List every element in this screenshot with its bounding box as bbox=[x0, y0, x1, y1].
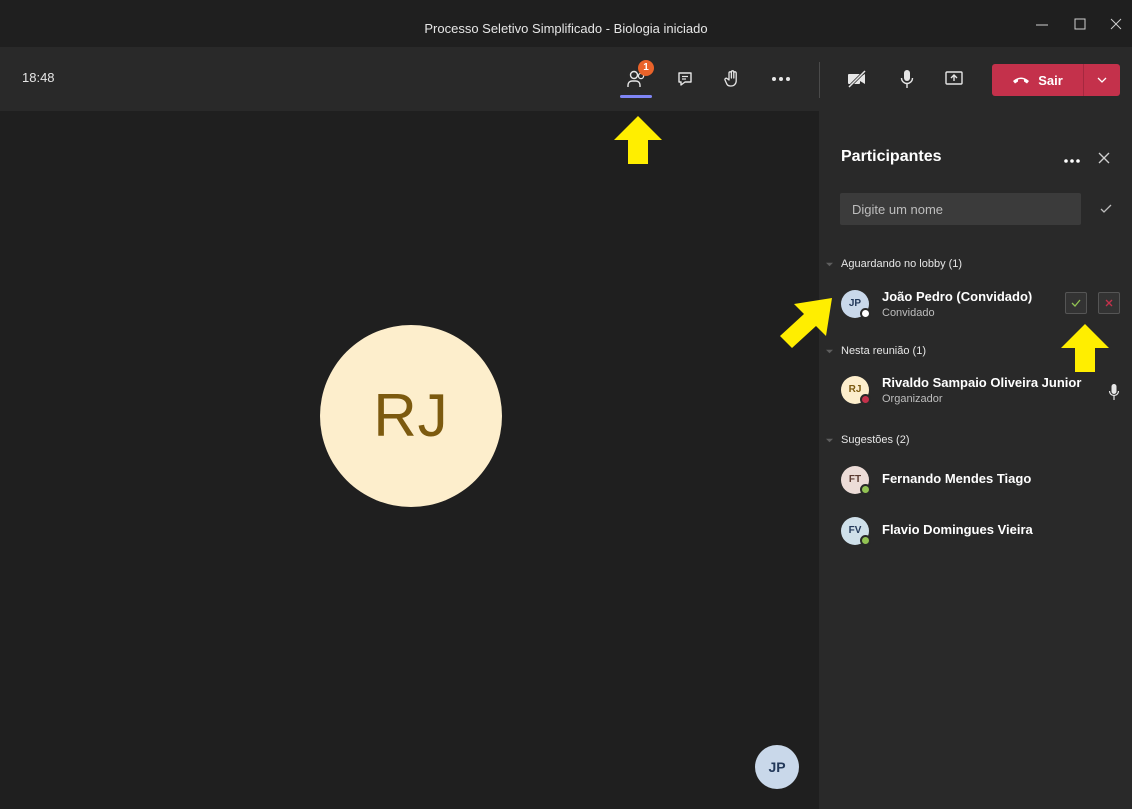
annotation-arrow-up bbox=[1061, 324, 1109, 372]
close-icon bbox=[1110, 18, 1122, 30]
close-icon bbox=[1105, 299, 1113, 307]
checkmark-icon bbox=[1071, 299, 1081, 307]
toolbar-divider bbox=[819, 62, 820, 98]
lobby-section-label: Aguardando no lobby (1) bbox=[841, 258, 963, 270]
suggestions-section-header[interactable]: Sugestões (2) bbox=[826, 434, 909, 446]
mic-icon bbox=[1108, 384, 1120, 400]
maximize-icon bbox=[1074, 18, 1086, 30]
video-stage: RJ JP bbox=[0, 111, 819, 809]
title-bar: Processo Seletivo Simplificado - Biologi… bbox=[0, 0, 1132, 48]
meeting-timer: 18:48 bbox=[22, 70, 55, 85]
participant-name: João Pedro (Convidado) bbox=[882, 289, 1033, 304]
window-title: Processo Seletivo Simplificado - Biologi… bbox=[424, 21, 708, 36]
camera-toggle-button[interactable] bbox=[840, 62, 874, 96]
panel-more-button[interactable] bbox=[1063, 151, 1087, 165]
status-indicator bbox=[860, 535, 871, 546]
participants-button[interactable]: 1 bbox=[620, 60, 654, 96]
share-screen-icon bbox=[945, 71, 963, 85]
camera-off-icon bbox=[847, 70, 867, 88]
participant-search-input[interactable] bbox=[840, 193, 1081, 225]
lobby-section-header[interactable]: Aguardando no lobby (1) bbox=[826, 258, 962, 270]
caret-down-icon bbox=[826, 262, 833, 266]
caret-down-icon bbox=[826, 438, 833, 442]
meeting-section-header[interactable]: Nesta reunião (1) bbox=[826, 345, 926, 357]
suggestions-section-label: Sugestões (2) bbox=[841, 434, 910, 446]
leave-button[interactable]: Sair bbox=[992, 64, 1083, 96]
status-indicator bbox=[860, 394, 871, 405]
suggested-participant-row[interactable]: FV Flavio Domingues Vieira bbox=[841, 514, 1131, 554]
lobby-participant-row[interactable]: JP João Pedro (Convidado) Convidado bbox=[841, 287, 1131, 327]
more-actions-button[interactable] bbox=[764, 62, 798, 96]
panel-title: Participantes bbox=[841, 148, 942, 165]
meeting-section-label: Nesta reunião (1) bbox=[841, 345, 926, 357]
mic-toggle-button[interactable] bbox=[890, 62, 924, 96]
status-indicator bbox=[860, 484, 871, 495]
close-icon bbox=[1098, 152, 1110, 164]
phone-hangup-icon bbox=[1013, 77, 1030, 84]
annotation-arrow-diagonal bbox=[780, 298, 832, 348]
deny-button[interactable] bbox=[1098, 292, 1120, 314]
maximize-button[interactable] bbox=[1070, 15, 1090, 35]
meeting-participant-row[interactable]: RJ Rivaldo Sampaio Oliveira Junior Organ… bbox=[841, 373, 1131, 413]
share-screen-button[interactable] bbox=[937, 62, 971, 96]
chevron-down-icon bbox=[1097, 77, 1107, 83]
participant-role: Convidado bbox=[882, 307, 935, 319]
participants-panel: Participantes Aguardando no lobby (1) JP… bbox=[819, 111, 1132, 809]
participants-active-indicator bbox=[620, 95, 652, 98]
leave-options-button[interactable] bbox=[1084, 64, 1120, 96]
mic-icon bbox=[900, 70, 914, 88]
admit-button[interactable] bbox=[1065, 292, 1087, 314]
participant-name: Rivaldo Sampaio Oliveira Junior bbox=[882, 375, 1082, 390]
search-confirm-button[interactable] bbox=[1099, 202, 1115, 218]
participant-mic-indicator bbox=[1108, 383, 1120, 401]
chat-icon bbox=[678, 72, 692, 86]
leave-button-group: Sair bbox=[992, 64, 1120, 96]
participant-role: Organizador bbox=[882, 393, 943, 405]
participant-name: Flavio Domingues Vieira bbox=[882, 522, 1033, 537]
raise-hand-button[interactable] bbox=[715, 62, 749, 96]
status-indicator bbox=[860, 308, 871, 319]
minimize-icon bbox=[1036, 24, 1048, 26]
checkmark-icon bbox=[1100, 204, 1112, 213]
participants-badge: 1 bbox=[638, 60, 654, 76]
annotation-arrow-up bbox=[614, 116, 662, 164]
suggested-participant-row[interactable]: FT Fernando Mendes Tiago bbox=[841, 463, 1131, 503]
close-window-button[interactable] bbox=[1106, 15, 1126, 35]
self-view-avatar[interactable]: JP bbox=[755, 745, 799, 789]
more-icon bbox=[1064, 159, 1080, 163]
raise-hand-icon bbox=[724, 70, 737, 87]
chat-button[interactable] bbox=[668, 62, 702, 96]
minimize-button[interactable] bbox=[1032, 15, 1052, 35]
participant-name: Fernando Mendes Tiago bbox=[882, 471, 1032, 486]
main-participant-avatar: RJ bbox=[320, 325, 502, 507]
panel-close-button[interactable] bbox=[1097, 151, 1113, 167]
more-icon bbox=[772, 77, 790, 81]
leave-label: Sair bbox=[1038, 72, 1063, 88]
